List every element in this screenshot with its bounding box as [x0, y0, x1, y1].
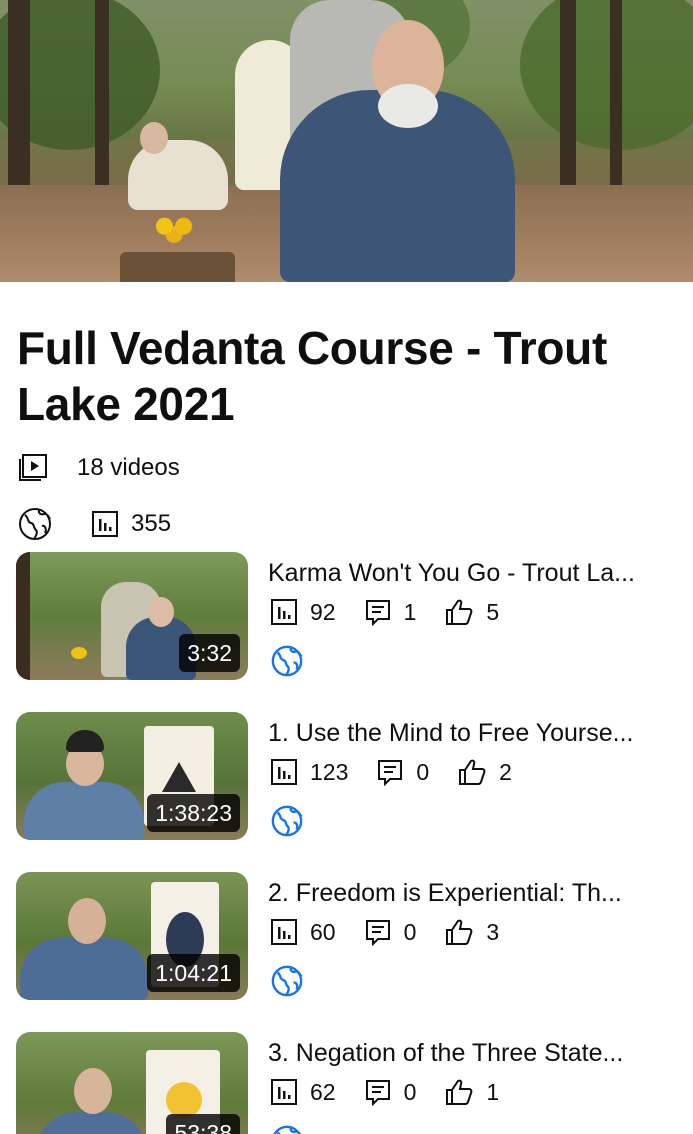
- playlist-play-icon: [17, 452, 49, 484]
- video-like-count: 5: [486, 598, 500, 625]
- video-count-row: 18 videos: [17, 452, 180, 484]
- video-comment-count: 0: [416, 758, 430, 785]
- video-thumbnail[interactable]: 53:38: [16, 1032, 248, 1134]
- like-icon: [446, 919, 473, 945]
- playlist-stats-row: 355: [17, 506, 171, 542]
- video-thumbnail[interactable]: 3:32: [16, 552, 248, 680]
- video-comment-count: 0: [403, 1078, 417, 1105]
- video-stats: 60 0 3: [270, 918, 527, 946]
- globe-icon: [270, 1124, 304, 1134]
- playlist-header-image: [0, 0, 693, 282]
- video-duration: 1:38:23: [147, 794, 240, 832]
- playlist-title: Full Vedanta Course - Trout Lake 2021: [17, 322, 607, 430]
- video-like-count: 2: [499, 758, 512, 785]
- video-duration: 53:38: [166, 1114, 240, 1134]
- video-view-count: 60: [310, 918, 336, 945]
- globe-icon: [270, 804, 304, 843]
- video-title[interactable]: 3. Negation of the Three State...: [268, 1036, 678, 1070]
- video-duration: 1:04:21: [147, 954, 240, 992]
- video-item[interactable]: 1:04:21 2. Freedom is Experiential: Th..…: [16, 872, 681, 1000]
- comment-icon: [365, 1080, 390, 1106]
- views-chart-icon: [271, 1079, 297, 1105]
- video-comment-count: 0: [403, 918, 417, 945]
- video-view-count: 123: [310, 758, 349, 785]
- video-view-count: 92: [310, 598, 336, 625]
- video-item[interactable]: 53:38 3. Negation of the Three State... …: [16, 1032, 681, 1134]
- globe-icon: [270, 964, 304, 1003]
- globe-icon: [270, 644, 304, 683]
- like-icon: [446, 1079, 473, 1105]
- comment-icon: [365, 920, 390, 946]
- comment-icon: [378, 760, 403, 786]
- video-like-count: 3: [486, 918, 500, 945]
- video-item[interactable]: 1:38:23 1. Use the Mind to Free Yourse..…: [16, 712, 681, 840]
- views-chart-icon: [271, 599, 297, 625]
- video-title[interactable]: 2. Freedom is Experiential: Th...: [268, 876, 678, 910]
- views-chart-icon: [271, 759, 297, 785]
- video-item[interactable]: 3:32 Karma Won't You Go - Trout La... 92…: [16, 552, 681, 680]
- globe-icon[interactable]: [17, 506, 53, 542]
- video-count: 18 videos: [77, 454, 180, 481]
- like-icon: [459, 759, 486, 785]
- video-thumbnail[interactable]: 1:04:21: [16, 872, 248, 1000]
- comment-icon: [365, 600, 390, 626]
- video-title[interactable]: Karma Won't You Go - Trout La...: [268, 556, 678, 590]
- video-view-count: 62: [310, 1078, 336, 1105]
- video-stats: 92 1 5: [270, 598, 527, 626]
- video-thumbnail[interactable]: 1:38:23: [16, 712, 248, 840]
- video-title[interactable]: 1. Use the Mind to Free Yourse...: [268, 716, 678, 750]
- video-stats: 123 0 2: [270, 758, 540, 786]
- video-like-count: 1: [486, 1078, 500, 1105]
- like-icon: [446, 599, 473, 625]
- views-chart-icon: [91, 510, 119, 538]
- video-stats: 62 0 1: [270, 1078, 527, 1106]
- video-duration: 3:32: [179, 634, 240, 672]
- playlist-view-count: 355: [131, 510, 172, 537]
- views-chart-icon: [271, 919, 297, 945]
- video-comment-count: 1: [403, 598, 417, 625]
